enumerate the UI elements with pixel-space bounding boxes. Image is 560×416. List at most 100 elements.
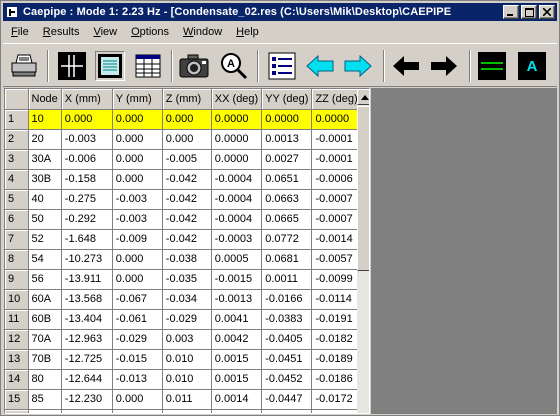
back-button[interactable] [391,51,421,81]
table-cell[interactable]: -1.648 [61,229,113,250]
table-cell[interactable]: -0.005 [162,149,212,170]
title-bar[interactable]: Caepipe : Mode 1: 2.23 Hz - [Condensate_… [3,3,557,21]
table-cell[interactable]: 0.0000 [211,109,263,130]
row-number[interactable]: 12 [5,329,29,350]
table-cell[interactable]: -0.034 [162,289,212,310]
table-cell[interactable]: 0.000 [61,109,113,130]
table-row[interactable]: 12 70A -12.963 -0.029 0.003 0.0042 -0.0405 -0.0… [5,329,362,350]
table-cell[interactable]: 0.0013 [261,129,313,150]
row-number[interactable]: 10 [5,289,29,310]
table-cell[interactable]: 0.000 [112,149,163,170]
table-cell[interactable]: -0.015 [112,349,163,370]
table-cell[interactable]: 0.0041 [211,309,263,330]
row-number[interactable]: 2 [5,129,29,150]
table-cell[interactable]: 0.000 [112,389,163,410]
table-cell[interactable]: 0.000 [112,109,163,130]
row-number[interactable]: 8 [5,249,29,270]
row-number[interactable]: 9 [5,269,29,290]
table-cell[interactable]: -0.0014 [311,229,362,250]
table-cell[interactable]: -0.0405 [261,329,313,350]
table-cell[interactable]: -10.273 [61,249,113,270]
table-cell[interactable]: 0.000 [162,129,212,150]
table-cell[interactable]: -0.0001 [311,129,362,150]
table-cell[interactable]: 0.010 [162,349,212,370]
table-cell[interactable]: -0.0004 [211,169,263,190]
table-cell[interactable]: -0.0007 [311,209,362,230]
menu-window[interactable]: Window [175,26,228,38]
row-number[interactable]: 5 [5,189,29,210]
table-cell[interactable]: -0.0186 [311,369,362,390]
table-cell[interactable]: 0.0014 [211,409,263,413]
table-row[interactable]: 9 56 -13.911 0.000 -0.035 -0.0015 0.0011 -0.009… [5,269,362,290]
table-cell[interactable]: 60B [28,309,62,330]
column-header[interactable]: XX (deg) [211,89,263,110]
table-cell[interactable]: -12.644 [61,369,113,390]
table-cell[interactable]: 90A [28,409,62,413]
table-cell[interactable]: -13.404 [61,309,113,330]
row-number[interactable]: 15 [5,389,29,410]
table-row[interactable]: 5 40 -0.275 -0.003 -0.042 -0.0004 0.0663 -0.000… [5,189,362,210]
table-cell[interactable]: -12.963 [61,329,113,350]
table-cell[interactable]: -0.009 [112,229,163,250]
maximize-button[interactable] [521,5,537,19]
table-cell[interactable]: -0.067 [112,289,163,310]
table-cell[interactable]: 0.000 [162,109,212,130]
column-header[interactable]: Node [28,89,62,110]
menu-help[interactable]: Help [228,26,265,38]
table-cell[interactable]: 20 [28,129,62,150]
column-header[interactable]: ZZ (deg) [311,89,362,110]
text-report-button[interactable] [95,51,125,81]
table-cell[interactable]: 0.0681 [261,249,313,270]
lines-button[interactable] [477,51,507,81]
table-cell[interactable]: -0.013 [112,369,163,390]
column-header[interactable]: Y (mm) [112,89,163,110]
table-cell[interactable]: -0.0004 [211,209,263,230]
table-cell[interactable]: -0.0004 [211,189,263,210]
table-cell[interactable]: -0.0015 [211,269,263,290]
list-button[interactable] [267,51,297,81]
table-cell[interactable]: 0.011 [162,389,212,410]
column-header[interactable]: X (mm) [61,89,113,110]
table-cell[interactable]: -12.230 [61,389,113,410]
row-number[interactable]: 13 [5,349,29,370]
table-row[interactable]: 1 10 0.000 0.000 0.000 0.0000 0.0000 0.0000 [5,109,362,130]
table-cell[interactable]: 0.0027 [261,149,313,170]
table-cell[interactable]: -0.003 [112,209,163,230]
menu-view[interactable]: View [85,26,123,38]
table-cell[interactable]: 0.011 [162,409,212,413]
table-cell[interactable]: 70B [28,349,62,370]
table-cell[interactable]: 0.0000 [211,129,263,150]
table-cell[interactable]: 10 [28,109,62,130]
table-cell[interactable]: 0.000 [112,169,163,190]
row-number[interactable]: 7 [5,229,29,250]
table-cell[interactable]: -0.0013 [211,289,263,310]
row-number[interactable]: 14 [5,369,29,390]
table-row[interactable]: 3 30A -0.006 0.000 -0.005 0.0000 0.0027 -0.0001 [5,149,362,170]
table-cell[interactable]: -0.006 [61,149,113,170]
table-cell[interactable]: -13.568 [61,289,113,310]
row-number[interactable]: 3 [5,149,29,170]
table-cell[interactable]: 0.0000 [261,109,313,130]
forward-button[interactable] [429,51,459,81]
table-cell[interactable]: -0.0189 [311,349,362,370]
table-row[interactable]: 13 70B -12.725 -0.015 0.010 0.0015 -0.0451 -0.0… [5,349,362,370]
menu-results[interactable]: Results [35,26,86,38]
table-cell[interactable]: -0.0114 [311,289,362,310]
corner-header[interactable] [5,89,29,110]
table-cell[interactable]: 0.0772 [261,229,313,250]
next-mode-button[interactable] [343,51,373,81]
table-cell[interactable]: -13.911 [61,269,113,290]
table-row[interactable]: 15 85 -12.230 0.000 0.011 0.0014 -0.0447 -0.017… [5,389,362,410]
table-row[interactable]: 11 60B -13.404 -0.061 -0.029 0.0041 -0.0383 -0.… [5,309,362,330]
table-cell[interactable]: -0.035 [162,269,212,290]
table-cell[interactable]: 0.000 [112,249,163,270]
column-header[interactable]: Z (mm) [162,89,212,110]
vertical-scrollbar[interactable] [357,89,369,413]
zoom-button[interactable]: A [219,51,249,81]
table-cell[interactable]: -12.137 [61,409,113,413]
table-cell[interactable]: 70A [28,329,62,350]
app-icon[interactable] [5,5,19,19]
grid-view-button[interactable] [57,51,87,81]
table-cell[interactable]: -0.275 [61,189,113,210]
table-cell[interactable]: 40 [28,189,62,210]
